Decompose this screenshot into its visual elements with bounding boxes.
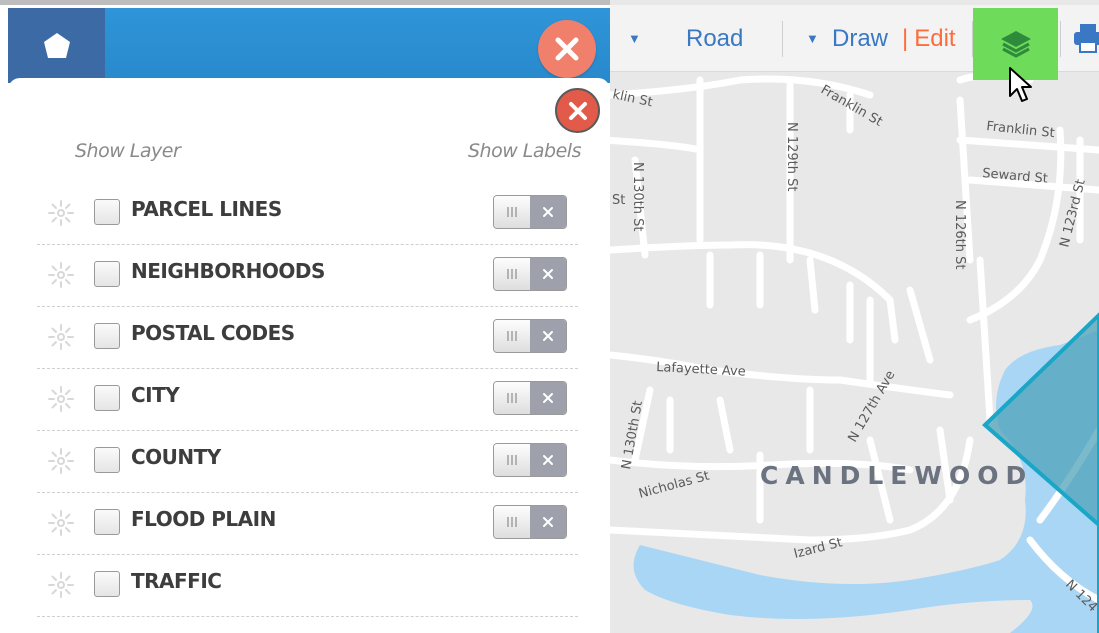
layer-name: FLOOD PLAIN: [131, 507, 276, 531]
toolbar-divider: [1060, 21, 1061, 57]
layer-row-county: COUNTY: [37, 431, 578, 493]
basemap-road-button[interactable]: Road: [686, 5, 743, 72]
toggle-off-side: [530, 506, 566, 538]
show-labels-toggle[interactable]: [493, 195, 567, 229]
layer-name: NEIGHBORHOODS: [131, 259, 325, 283]
layer-name: POSTAL CODES: [131, 321, 295, 345]
street-label: Lafayette Ave: [656, 360, 746, 380]
layer-name: PARCEL LINES: [131, 197, 282, 221]
street-label: Nicholas St: [637, 469, 711, 502]
show-layer-checkbox[interactable]: [94, 323, 120, 349]
layer-name: COUNTY: [131, 445, 221, 469]
layers-icon: [1000, 31, 1031, 58]
grip-icon: [507, 269, 517, 279]
draw-dropdown-caret[interactable]: ▼: [806, 5, 819, 72]
grip-icon: [507, 393, 517, 403]
layer-row-postal-codes: POSTAL CODES: [37, 307, 578, 369]
neighborhood-label: CANDLEWOOD: [760, 461, 1033, 490]
toggle-on-side: [494, 506, 530, 538]
layer-settings-icon[interactable]: [47, 199, 75, 227]
road-label: Road: [686, 24, 744, 52]
close-panel-button[interactable]: [538, 20, 596, 78]
grip-icon: [507, 517, 517, 527]
toggle-on-side: [494, 258, 530, 290]
street-label: N 126th St: [952, 200, 967, 270]
layer-settings-icon[interactable]: [47, 571, 75, 599]
edit-label: Edit: [914, 24, 956, 52]
layer-settings-icon[interactable]: [47, 447, 75, 475]
toggle-on-side: [494, 320, 530, 352]
layer-list: PARCEL LINES NEIGHBORHOODS POSTAL CODES …: [37, 183, 578, 617]
draw-label: Draw: [832, 24, 889, 52]
toggle-on-side: [494, 444, 530, 476]
close-icon: [555, 37, 579, 61]
street-label: St: [612, 193, 625, 208]
layers-panel: Show Layer Show Labels PARCEL LINES NEIG…: [8, 78, 610, 633]
layer-row-neighborhoods: NEIGHBORHOODS: [37, 245, 578, 307]
layer-settings-icon[interactable]: [47, 509, 75, 537]
x-icon: [543, 393, 553, 403]
x-icon: [543, 331, 553, 341]
show-layer-checkbox[interactable]: [94, 199, 120, 225]
print-button[interactable]: [1072, 22, 1099, 54]
grip-icon: [507, 455, 517, 465]
x-icon: [543, 207, 553, 217]
show-layer-checkbox[interactable]: [94, 509, 120, 535]
x-icon: [543, 269, 553, 279]
toggle-off-side: [530, 382, 566, 414]
toolbar-divider: [782, 21, 783, 57]
show-labels-toggle[interactable]: [493, 505, 567, 539]
show-layer-checkbox[interactable]: [94, 261, 120, 287]
draw-button[interactable]: Draw: [832, 5, 888, 72]
close-layers-button[interactable]: [555, 88, 600, 133]
street-label: N 129th St: [784, 122, 799, 192]
toggle-off-side: [530, 196, 566, 228]
edit-button[interactable]: | Edit: [902, 5, 956, 72]
panel-header: [8, 8, 610, 83]
show-labels-toggle[interactable]: [493, 381, 567, 415]
close-icon: [568, 101, 587, 120]
show-labels-toggle[interactable]: [493, 319, 567, 353]
layer-row-parcel-lines: PARCEL LINES: [37, 183, 578, 245]
show-labels-toggle[interactable]: [493, 257, 567, 291]
layer-row-traffic: TRAFFIC: [37, 555, 578, 617]
home-tab[interactable]: [8, 8, 105, 83]
layer-name: CITY: [131, 383, 180, 407]
layer-settings-icon[interactable]: [47, 323, 75, 351]
toggle-off-side: [530, 320, 566, 352]
grip-icon: [507, 207, 517, 217]
street-label: Franklin St: [986, 119, 1056, 141]
layer-row-flood-plain: FLOOD PLAIN: [37, 493, 578, 555]
toggle-on-side: [494, 382, 530, 414]
pentagon-home-icon: [43, 32, 70, 58]
layer-name: TRAFFIC: [131, 569, 222, 593]
x-icon: [543, 455, 553, 465]
show-layer-checkbox[interactable]: [94, 385, 120, 411]
show-labels-toggle[interactable]: [493, 443, 567, 477]
toggle-off-side: [530, 258, 566, 290]
grip-icon: [507, 331, 517, 341]
layer-settings-icon[interactable]: [47, 261, 75, 289]
show-layer-heading: Show Layer: [75, 140, 181, 162]
print-icon: [1074, 24, 1099, 53]
layer-settings-icon[interactable]: [47, 385, 75, 413]
toggle-on-side: [494, 196, 530, 228]
show-labels-heading: Show Labels: [468, 140, 581, 162]
show-layer-checkbox[interactable]: [94, 447, 120, 473]
toggle-off-side: [530, 444, 566, 476]
basemap-dropdown-caret[interactable]: ▼: [628, 5, 641, 72]
layer-row-city: CITY: [37, 369, 578, 431]
mouse-cursor-icon: [1009, 67, 1032, 102]
x-icon: [543, 517, 553, 527]
street-label: N 130th St: [630, 162, 645, 232]
show-layer-checkbox[interactable]: [94, 571, 120, 597]
